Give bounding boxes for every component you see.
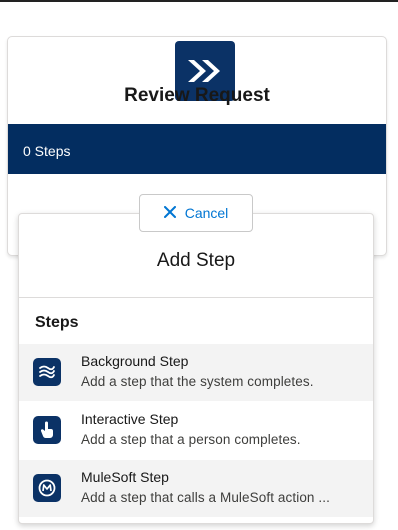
steps-count-bar[interactable]: 0 Steps xyxy=(8,124,386,174)
step-description: Add a step that a person completes. xyxy=(81,432,301,447)
cancel-label: Cancel xyxy=(184,205,229,221)
cancel-button[interactable]: Cancel xyxy=(139,194,253,232)
step-name: MuleSoft Step xyxy=(81,469,169,485)
step-name: Interactive Step xyxy=(81,411,179,427)
steps-count-label: 0 Steps xyxy=(23,143,71,159)
step-name: Background Step xyxy=(81,353,189,369)
stage-title: Review Request xyxy=(124,85,270,106)
step-description: Add a step that the system completes. xyxy=(81,374,314,389)
background-step-icon xyxy=(33,358,61,386)
close-icon xyxy=(163,205,176,221)
step-option-interactive[interactable]: Interactive Step Add a step that a perso… xyxy=(19,402,373,459)
mulesoft-icon xyxy=(33,474,61,502)
top-divider xyxy=(0,0,398,2)
add-step-panel: Add Step Steps Background Step Add a ste… xyxy=(18,213,374,524)
step-option-mulesoft[interactable]: MuleSoft Step Add a step that calls a Mu… xyxy=(19,460,373,517)
panel-title: Add Step xyxy=(156,250,236,271)
step-option-background[interactable]: Background Step Add a step that the syst… xyxy=(19,344,373,401)
step-description: Add a step that calls a MuleSoft action … xyxy=(81,490,330,505)
touch-hand-icon xyxy=(33,416,61,444)
section-label-steps: Steps xyxy=(35,314,79,331)
